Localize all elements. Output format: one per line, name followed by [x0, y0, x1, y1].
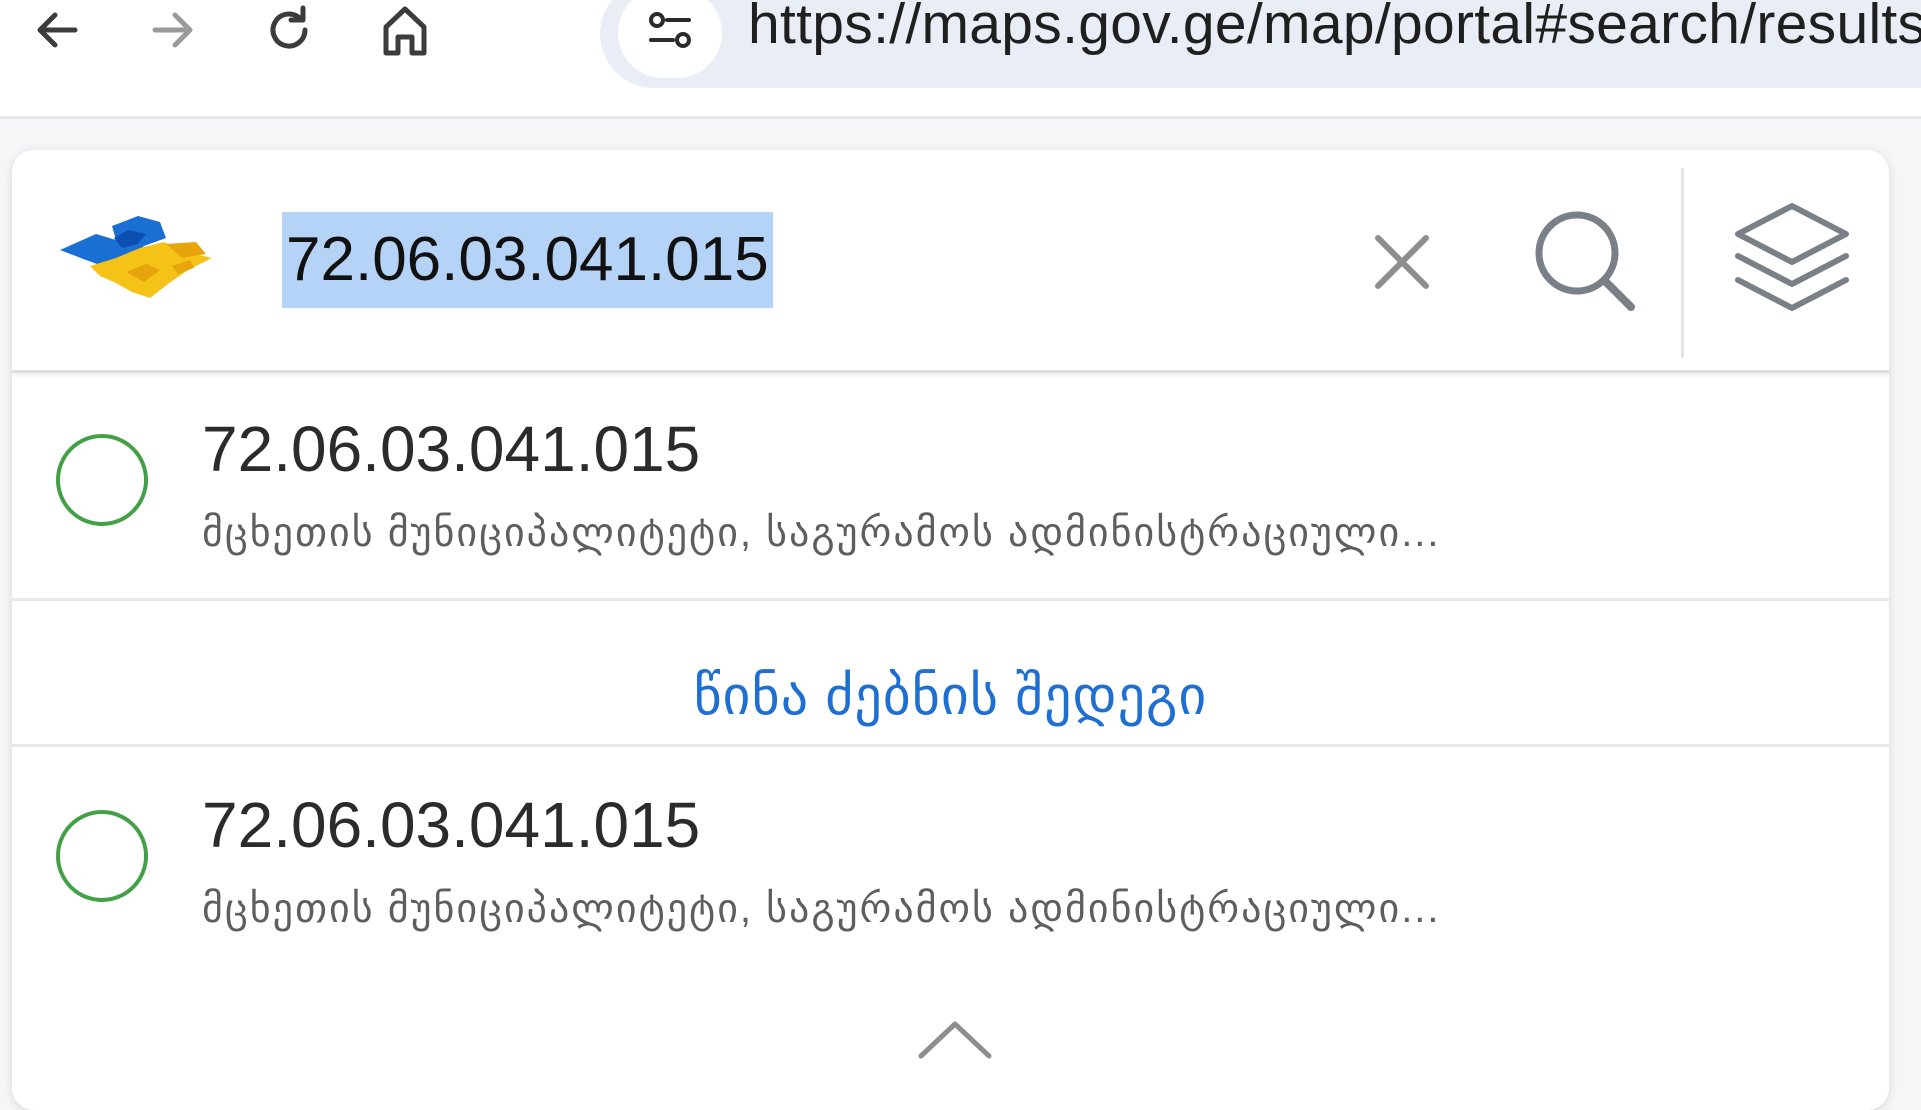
clear-search-button[interactable]: [1352, 214, 1452, 314]
search-input[interactable]: 72.06.03.041.015: [282, 212, 773, 308]
result-marker-icon: [56, 810, 148, 902]
result-title: 72.06.03.041.015: [202, 789, 701, 861]
search-icon: [1529, 205, 1639, 320]
result-divider: [12, 598, 1889, 601]
toolbar-divider: [1681, 168, 1684, 358]
site-info-button[interactable]: [618, 0, 722, 78]
result-subtitle: მცხეთის მუნიციპალიტეტი, საგურამოს ადმინი…: [202, 887, 1441, 931]
home-button[interactable]: [360, 0, 450, 60]
reload-icon: [263, 4, 315, 56]
result-item[interactable]: 72.06.03.041.015 მცხეთის მუნიციპალიტეტი,…: [12, 374, 1889, 596]
previous-results-link[interactable]: წინა ძებნის შედეგი: [12, 664, 1889, 727]
search-bar: 72.06.03.041.015: [12, 150, 1889, 373]
url-text[interactable]: https://maps.gov.ge/map/portal#search/re…: [748, 0, 1921, 68]
reload-button[interactable]: [244, 0, 334, 60]
result-marker-icon: [56, 434, 148, 526]
chevron-up-icon: [915, 1018, 995, 1067]
close-icon: [1370, 230, 1434, 299]
browser-toolbar: https://maps.gov.ge/map/portal#search/re…: [0, 0, 1921, 119]
layers-icon: [1732, 200, 1852, 321]
tune-icon: [645, 8, 695, 59]
home-icon: [378, 3, 432, 57]
search-button[interactable]: [1524, 202, 1644, 322]
layers-button[interactable]: [1727, 200, 1857, 320]
forward-button[interactable]: [128, 0, 218, 60]
result-title: 72.06.03.041.015: [202, 413, 701, 485]
search-panel: 72.06.03.041.015 72.06.03.041.015 მცხეთი…: [12, 150, 1889, 1110]
arrow-right-icon: [149, 6, 197, 54]
arrow-left-icon: [33, 6, 81, 54]
result-subtitle: მცხეთის მუნიციპალიტეტი, საგურამოს ადმინი…: [202, 511, 1441, 555]
back-button[interactable]: [12, 0, 102, 60]
result-item[interactable]: 72.06.03.041.015 მცხეთის მუნიციპალიტეტი,…: [12, 748, 1889, 968]
collapse-results-button[interactable]: [900, 1012, 1010, 1072]
napr-logo: [56, 208, 226, 308]
result-divider: [12, 744, 1889, 747]
address-bar[interactable]: https://maps.gov.ge/map/portal#search/re…: [600, 0, 1921, 88]
